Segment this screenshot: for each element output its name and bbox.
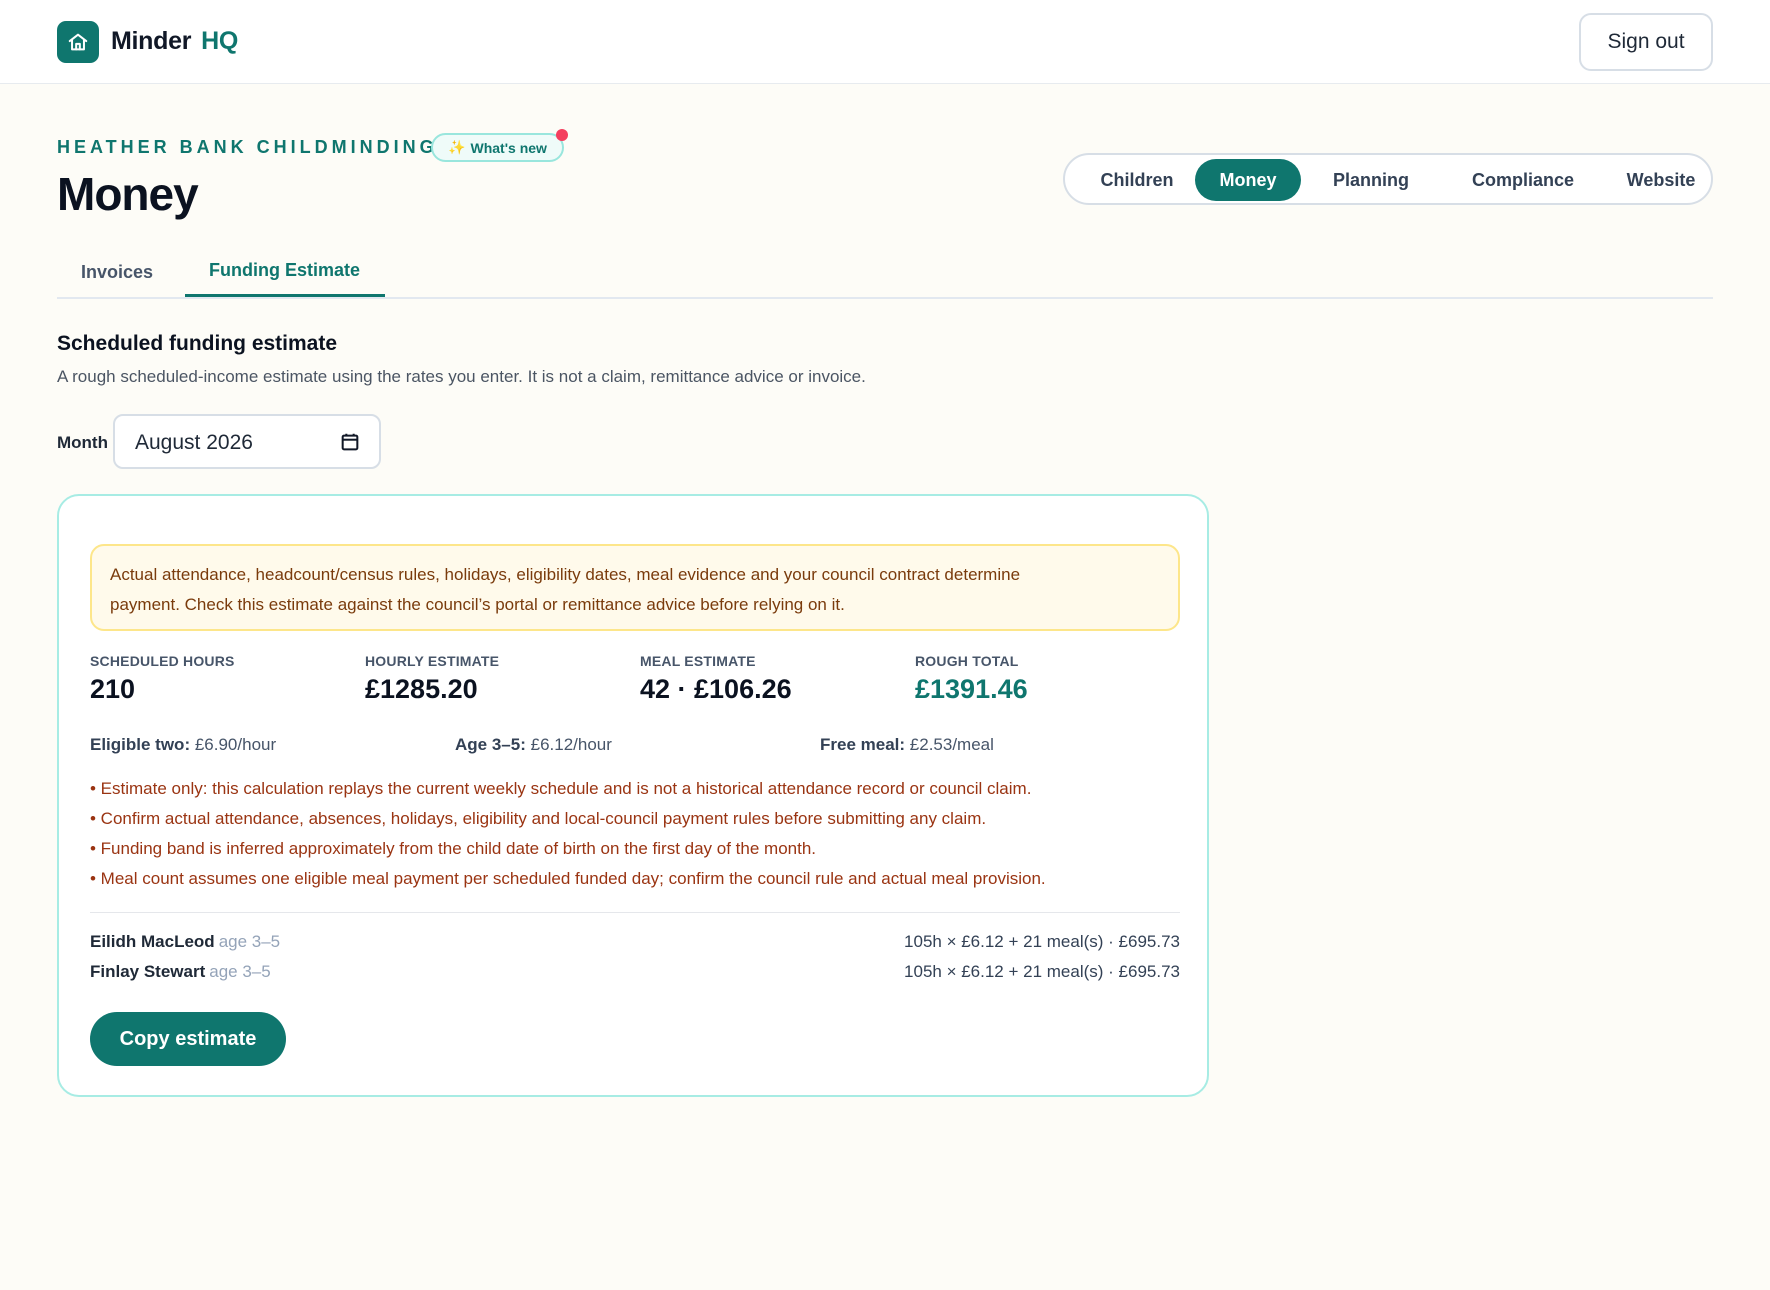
sign-out-button[interactable]: Sign out — [1579, 13, 1713, 71]
stat-scheduled-hours: SCHEDULED HOURS 210 — [90, 653, 235, 705]
sparkles-icon: ✨ — [448, 139, 466, 155]
stat-label: ROUGH TOTAL — [915, 653, 1019, 669]
brand-text: Minder — [111, 27, 192, 55]
logo[interactable] — [57, 21, 99, 63]
tabs-divider — [57, 297, 1713, 299]
child-age: age 3–5 — [218, 932, 281, 951]
warning-banner: Actual attendance, headcount/census rule… — [90, 544, 1180, 631]
section-description: A rough scheduled-income estimate using … — [57, 367, 866, 386]
copy-estimate-button[interactable]: Copy estimate — [90, 1012, 286, 1066]
rate-age-3-5: Age 3–5: £6.12/hour — [455, 735, 612, 755]
whats-new-button[interactable]: ✨ What's new — [431, 133, 564, 162]
month-value: August 2026 — [135, 431, 253, 454]
tab-invoices[interactable]: Invoices — [81, 262, 153, 283]
whats-new-label: What's new — [470, 139, 547, 156]
active-tab-indicator — [185, 294, 385, 297]
note-item: • Estimate only: this calculation replay… — [90, 779, 1032, 798]
stat-value: 210 — [90, 674, 136, 704]
rate-value: £6.12/hour — [530, 735, 612, 754]
stat-hourly-estimate: HOURLY ESTIMATE £1285.20 — [365, 653, 499, 705]
stat-rough-total: ROUGH TOTAL £1391.46 — [915, 653, 1028, 705]
tab-funding-estimate[interactable]: Funding Estimate — [209, 260, 360, 281]
child-age: age 3–5 — [209, 962, 271, 981]
home-icon — [68, 33, 88, 51]
notification-dot — [556, 129, 568, 141]
child-name-group: Eilidh MacLeod age 3–5 — [90, 932, 280, 952]
section-nav: Children Money Planning Compliance Websi… — [1063, 153, 1713, 205]
stat-value: £1285.20 — [365, 674, 478, 704]
child-calculation: 105h × £6.12 + 21 meal(s) · £695.73 — [904, 962, 1180, 981]
rate-label: Age 3–5: — [455, 735, 526, 754]
nav-compliance[interactable]: Compliance — [1443, 159, 1603, 201]
warning-line-1: Actual attendance, headcount/census rule… — [110, 565, 1021, 584]
warning-line-2: payment. Check this estimate against the… — [110, 595, 845, 614]
child-name-group: Finlay Stewart age 3–5 — [90, 962, 271, 982]
month-input[interactable]: August 2026 — [113, 414, 381, 469]
brand-name: Minder HQ — [111, 27, 238, 56]
rate-value: £2.53/meal — [909, 735, 994, 754]
stat-meal-estimate: MEAL ESTIMATE 42 · £106.26 — [640, 653, 792, 705]
page-title: Money — [57, 168, 199, 220]
rate-label: Free meal: — [820, 735, 906, 754]
stat-value: £1391.46 — [915, 674, 1028, 704]
brand-suffix: HQ — [201, 27, 239, 55]
rate-value: £6.90/hour — [194, 735, 277, 754]
note-item: • Confirm actual attendance, absences, h… — [90, 809, 987, 828]
note-item: • Meal count assumes one eligible meal p… — [90, 869, 1046, 888]
calendar-icon[interactable] — [339, 431, 361, 453]
divider — [90, 912, 1180, 913]
stat-label: MEAL ESTIMATE — [640, 653, 756, 669]
nav-money[interactable]: Money — [1195, 159, 1301, 201]
stat-value: 42 · £106.26 — [640, 674, 792, 704]
month-label: Month — [57, 433, 108, 452]
stat-label: HOURLY ESTIMATE — [365, 653, 500, 669]
child-row: Finlay Stewart age 3–5 105h × £6.12 + 21 … — [90, 962, 1180, 992]
child-name: Finlay Stewart — [90, 962, 206, 981]
nav-children[interactable]: Children — [1083, 159, 1191, 201]
rate-free-meal: Free meal: £2.53/meal — [820, 735, 994, 755]
nav-planning[interactable]: Planning — [1309, 159, 1433, 201]
note-item: • Funding band is inferred approximately… — [90, 839, 817, 858]
estimate-card: Actual attendance, headcount/census rule… — [57, 494, 1209, 1097]
child-name: Eilidh MacLeod — [90, 932, 215, 951]
rate-label: Eligible two: — [90, 735, 191, 754]
estimate-notes: • Estimate only: this calculation replay… — [90, 774, 1046, 894]
nav-website[interactable]: Website — [1613, 159, 1709, 201]
stat-label: SCHEDULED HOURS — [90, 653, 235, 669]
top-bar: Minder HQ Sign out — [0, 0, 1770, 84]
org-name: HEATHER BANK CHILDMINDING — [57, 137, 438, 157]
rate-eligible-two: Eligible two: £6.90/hour — [90, 735, 276, 755]
child-calculation: 105h × £6.12 + 21 meal(s) · £695.73 — [904, 932, 1180, 951]
section-title: Scheduled funding estimate — [57, 332, 338, 355]
child-row: Eilidh MacLeod age 3–5 105h × £6.12 + 21 … — [90, 932, 1180, 962]
